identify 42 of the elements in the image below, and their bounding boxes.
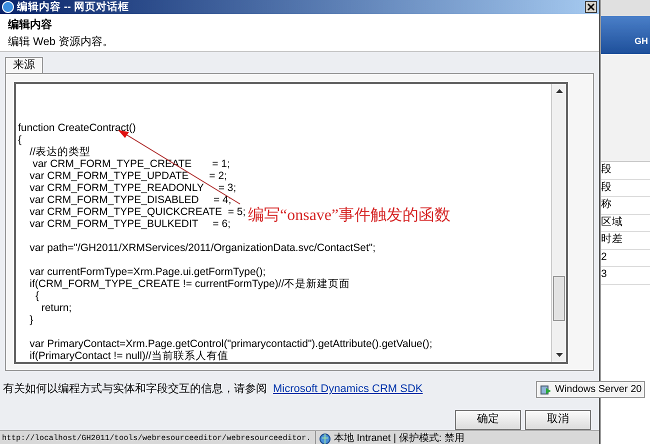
fragment-text: 3 — [601, 267, 607, 282]
server-icon — [540, 384, 552, 396]
fragment-text: 称 — [601, 197, 612, 212]
code-line: var PrimaryContact=Xrm.Page.getControl("primarycontactid").getAttribute().getValue(); — [28, 338, 432, 350]
code-line: var path="/GH2011/XRMServices/2011/OrganizationData.svc/ContactSet"; — [28, 242, 376, 254]
fragment-text: 段 — [601, 162, 612, 178]
globe-icon — [319, 432, 331, 444]
code-line: function CreateContract() — [18, 122, 136, 134]
header-title: 编辑内容 — [8, 18, 53, 33]
code-line: //表达的类型 — [28, 146, 91, 158]
tooltip-text: Windows Server 20 — [555, 383, 642, 397]
code-line: var CRM_FORM_TYPE_BULKEDIT = 6; — [28, 218, 230, 230]
window-title: 编辑内容 -- 网页对话框 — [17, 0, 129, 14]
tab[interactable]: 来源 — [5, 57, 43, 73]
banner-text: GH — [634, 34, 648, 48]
fragment-text: 时差 — [601, 232, 623, 248]
code-line: return; — [40, 302, 72, 314]
fragment-text: 2 — [601, 250, 607, 265]
code-line: if(CRM_FORM_TYPE_CREATE != currentFormType)//不是新建页面 — [28, 278, 350, 290]
code-line: var CRM_FORM_TYPE_UPDATE = 2; — [28, 170, 227, 182]
scrollbar[interactable] — [551, 84, 566, 362]
code-line: var CRM_FORM_TYPE_READONLY = 3; — [28, 182, 236, 194]
code-line: { — [34, 290, 40, 302]
window-frame — [601, 0, 650, 16]
close-icon — [587, 3, 595, 11]
annotation-text: 编写“onsave”事件触发的函数 — [248, 206, 451, 226]
code-line: if(PrimaryContact != null)//当前联系人有值 — [28, 350, 228, 362]
help-text: 有关如何以编程方式与实体和字段交互的信息，请参阅 — [3, 382, 267, 397]
dialog-button[interactable]: 取消 — [525, 410, 591, 430]
security-zone: 本地 Intranet | 保护模式: 禁用 — [334, 432, 464, 444]
scroll-thumb[interactable] — [553, 276, 565, 320]
code-line: var CRM_FORM_TYPE_QUICKCREATE = 5; — [28, 206, 246, 218]
header-subtitle: 编辑 Web 资源内容。 — [8, 34, 115, 50]
sdk-link[interactable]: Microsoft Dynamics CRM SDK — [273, 381, 423, 398]
fragment-text: 段 — [601, 180, 612, 195]
close-button[interactable] — [585, 1, 597, 13]
dialog-button[interactable]: 确定 — [455, 410, 521, 430]
code-line: var CRM_FORM_TYPE_DISABLED = 4; — [28, 194, 232, 206]
code-line: } — [28, 314, 34, 326]
code-line: var currentFormType=Xrm.Page.ui.getFormType(); — [28, 266, 266, 278]
fragment-text: 区域 — [601, 214, 623, 230]
code-line: { — [18, 134, 22, 146]
